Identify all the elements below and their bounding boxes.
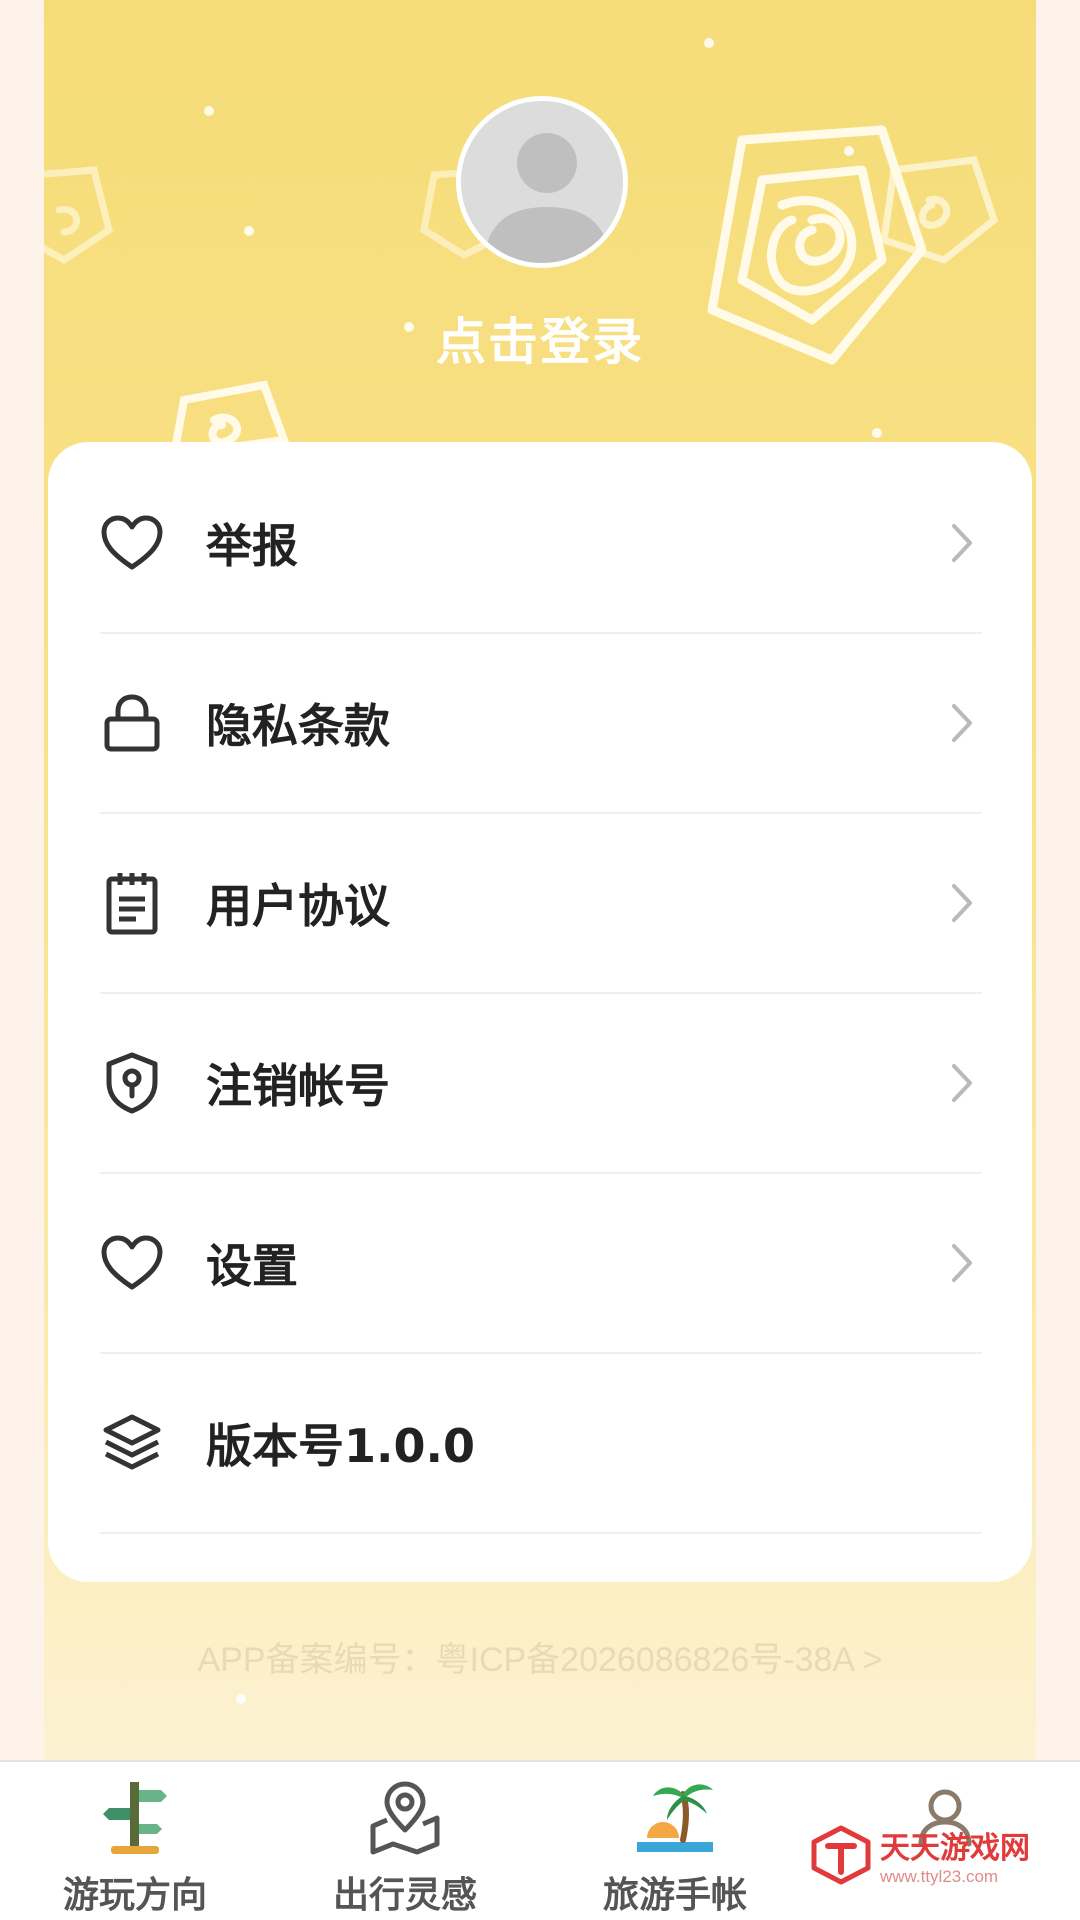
watermark-name: 天天游戏网 (880, 1831, 1030, 1866)
tab-play-direction[interactable]: 游玩方向 (0, 1762, 270, 1920)
map-pin-icon (363, 1776, 447, 1860)
menu-item-settings[interactable]: 设置 (100, 1174, 982, 1354)
lock-icon (100, 691, 164, 755)
palm-beach-icon (633, 1776, 717, 1860)
chevron-right-icon (942, 518, 982, 568)
tab-label: 旅游手帐 (602, 1875, 747, 1916)
tab-label: 出行灵感 (332, 1875, 477, 1916)
tab-label: 游玩方向 (62, 1875, 207, 1916)
icp-record-link[interactable]: APP备案编号：粤ICP备2026086826号-38A > (0, 1632, 1080, 1681)
watermark-logo-icon (811, 1825, 871, 1885)
menu-item-delete-account[interactable]: 注销帐号 (100, 994, 982, 1174)
signpost-icon (93, 1776, 177, 1860)
rose-doodle-icon (880, 156, 999, 264)
chevron-right-icon (942, 1058, 982, 1108)
menu-item-user-agreement[interactable]: 用户协议 (100, 814, 982, 994)
heart-icon (100, 1231, 164, 1295)
heart-icon (100, 511, 164, 575)
tab-travel-inspiration[interactable]: 出行灵感 (270, 1762, 540, 1920)
menu-item-privacy[interactable]: 隐私条款 (100, 634, 982, 814)
notepad-icon (100, 871, 164, 935)
login-link[interactable]: 点击登录 (0, 302, 1080, 374)
site-watermark: 天天游戏网 www.ttyl23.com (808, 1790, 1080, 1920)
watermark-url: www.ttyl23.com (880, 1867, 999, 1886)
menu-item-report[interactable]: 举报 (100, 454, 982, 634)
menu-item-label: 举报 (206, 519, 298, 573)
menu-item-label: 隐私条款 (206, 699, 390, 753)
chevron-right-icon (942, 878, 982, 928)
tab-travel-journal[interactable]: 旅游手帐 (540, 1762, 810, 1920)
menu-card: 举报 隐私条款 用户协议 注销帐号 设置 版本号1.0.0 (48, 442, 1032, 1582)
chevron-right-icon (942, 1238, 982, 1288)
chevron-right-icon (942, 698, 982, 748)
menu-item-label: 设置 (206, 1239, 298, 1293)
menu-item-label: 注销帐号 (206, 1059, 390, 1113)
menu-item-label: 用户协议 (206, 879, 390, 933)
version-label: 版本号1.0.0 (206, 1419, 475, 1473)
avatar[interactable] (456, 96, 628, 268)
rose-doodle-icon (44, 166, 113, 265)
shield-keyhole-icon (100, 1051, 164, 1115)
layers-icon (100, 1411, 164, 1475)
menu-item-version: 版本号1.0.0 (100, 1354, 982, 1534)
